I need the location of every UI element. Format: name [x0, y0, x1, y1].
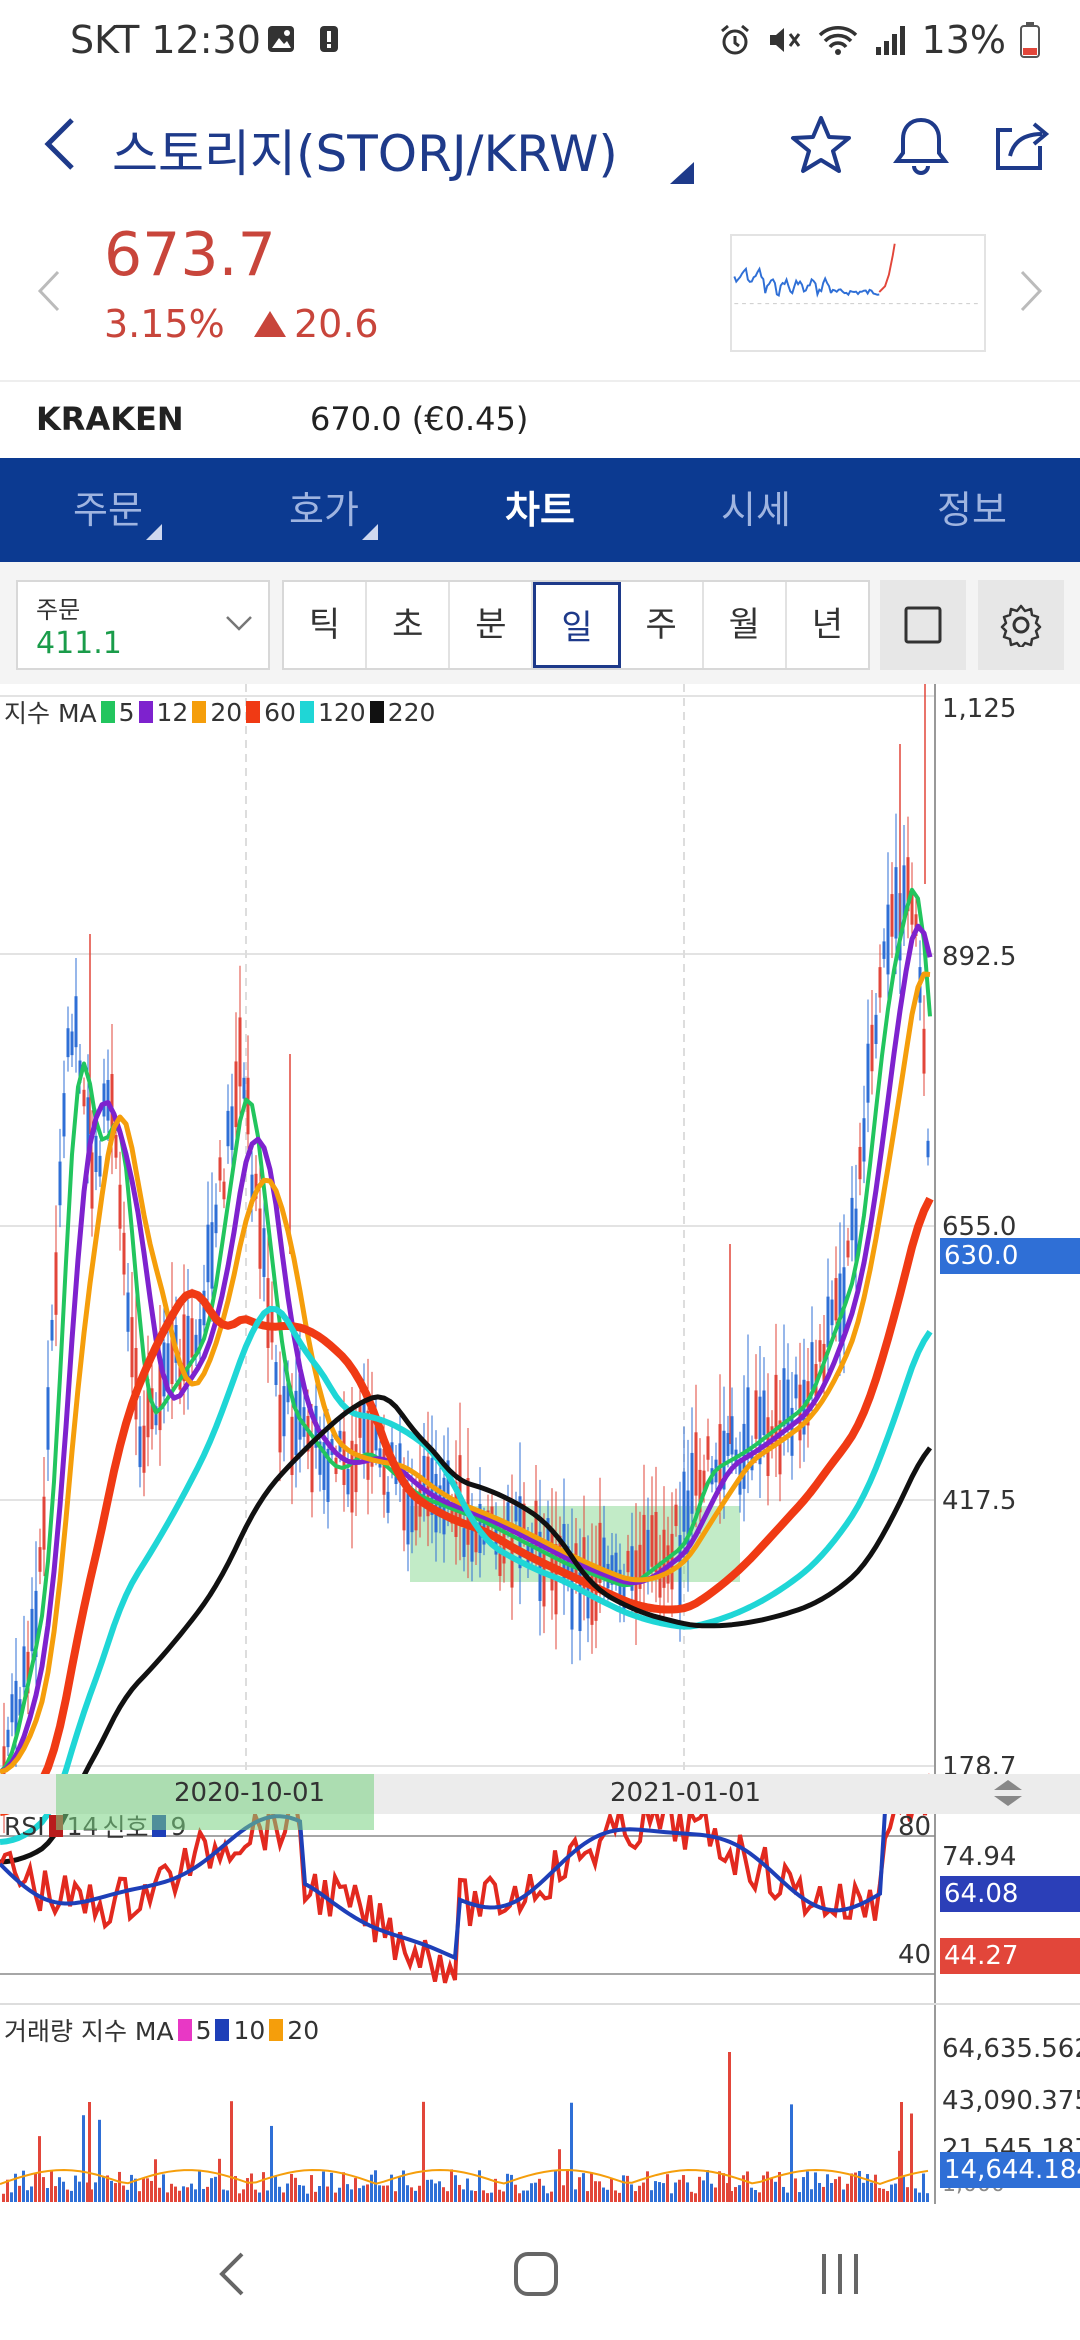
battery-percent: 13% — [921, 18, 1006, 62]
period-selector: 틱 초 분 일 주 월 년 — [282, 580, 870, 670]
nav-back-icon[interactable] — [204, 2244, 264, 2304]
price-axis-label: 417.5 — [942, 1486, 1017, 1516]
price-axis-label: 892.5 — [942, 942, 1017, 972]
system-nav-bar — [0, 2204, 1080, 2340]
mute-icon — [769, 28, 800, 52]
rsi-axis-label: 74.94 — [942, 1842, 1017, 1872]
date-label: 2021-01-01 — [610, 1778, 762, 1808]
up-triangle-icon — [254, 311, 286, 337]
square-icon — [904, 606, 942, 644]
ma-legend-title: 지수 MA — [4, 699, 97, 728]
ma120-label: 120 — [317, 697, 366, 727]
ma-legend[interactable]: 지수 MA 5 12 20 60 120 220 — [4, 694, 435, 730]
chart-area[interactable]: 지수 MA 5 12 20 60 120 220 RSI 14 신호 9 거래량… — [0, 684, 1080, 2204]
change-percent: 3.15% — [104, 302, 225, 346]
ma5-label: 5 — [118, 697, 135, 727]
volume-legend-title: 거래량 지수 MA — [4, 2017, 174, 2046]
order-select[interactable]: 주문 411.1 — [16, 580, 270, 670]
gallery-icon — [268, 26, 294, 52]
tab-orderbook[interactable]: 호가 — [216, 458, 432, 562]
volume-legend[interactable]: 거래량 지수 MA 5 10 20 — [4, 2012, 319, 2048]
volume-bars — [0, 2052, 929, 2202]
status-bar: SKT 12:30 13% — [0, 0, 1080, 80]
share-icon[interactable] — [988, 110, 1058, 180]
vol-ma5-label: 5 — [195, 2015, 212, 2045]
app-header: 스토리지(STORJ/KRW) — [0, 90, 1080, 200]
mini-sparkline[interactable] — [730, 234, 986, 352]
change-amount: 20.6 — [254, 302, 379, 346]
previous-coin-icon[interactable] — [36, 268, 62, 314]
ma12-label: 12 — [156, 697, 189, 727]
order-select-value: 411.1 — [36, 626, 122, 661]
rsi-axis-label: 40 — [898, 1940, 932, 1970]
period-second[interactable]: 초 — [367, 582, 451, 668]
ma-lines — [0, 887, 934, 1865]
price-summary: 673.7 3.15% 20.6 — [0, 210, 1080, 380]
date-label: 2020-10-01 — [174, 1778, 326, 1808]
period-tick[interactable]: 틱 — [284, 582, 368, 668]
volume-axis-label: 43,090.375 — [942, 2086, 1080, 2116]
alert-icon — [320, 26, 338, 52]
ma220-label: 220 — [387, 697, 436, 727]
alarm-icon — [720, 24, 749, 55]
next-coin-icon[interactable] — [1018, 268, 1044, 314]
battery-icon — [1020, 22, 1040, 58]
signal-icon — [875, 26, 905, 55]
volume-axis-label: 64,635.562 — [942, 2034, 1080, 2064]
settings-button[interactable] — [978, 580, 1064, 670]
tab-market[interactable]: 시세 — [648, 458, 864, 562]
period-year[interactable]: 년 — [787, 582, 868, 668]
rsi-axis-label: 80 — [898, 1812, 932, 1842]
exchange-row: KRAKEN 670.0 (€0.45) — [0, 380, 1080, 458]
exchange-price: 670.0 (€0.45) — [310, 400, 529, 438]
tab-chart[interactable]: 차트 — [432, 458, 648, 562]
chart-canvas[interactable] — [0, 684, 1080, 2204]
rsi-signal-tag: 64.08 — [940, 1876, 1080, 1912]
title-dropdown-icon[interactable] — [670, 162, 694, 184]
rsi-legend-title: RSI — [4, 1811, 45, 1841]
vol-ma10-label: 10 — [233, 2015, 266, 2045]
status-time: SKT 12:30 — [70, 18, 261, 62]
star-icon[interactable] — [786, 110, 856, 180]
rsi-value-tag: 44.27 — [940, 1938, 1080, 1974]
nav-home-icon[interactable] — [506, 2244, 566, 2304]
ma60-label: 60 — [264, 697, 296, 727]
nav-recents-icon[interactable] — [810, 2244, 870, 2304]
chart-toolbar: 주문 411.1 틱 초 분 일 주 월 년 — [0, 562, 1080, 684]
coin-title[interactable]: 스토리지(STORJ/KRW) — [112, 114, 618, 186]
period-week[interactable]: 주 — [621, 582, 704, 668]
order-select-label: 주문 — [36, 596, 81, 624]
tab-order[interactable]: 주문 — [0, 458, 216, 562]
period-month[interactable]: 월 — [704, 582, 787, 668]
wifi-icon — [818, 26, 857, 55]
tab-info[interactable]: 정보 — [864, 458, 1080, 562]
ma20-label: 20 — [210, 697, 243, 727]
back-arrow-icon[interactable] — [40, 114, 80, 174]
current-price-tag: 630.0 — [940, 1238, 1080, 1274]
bell-icon[interactable] — [886, 110, 956, 180]
period-day[interactable]: 일 — [533, 582, 621, 668]
gear-icon — [1000, 604, 1042, 647]
main-tabs: 주문 호가 차트 시세 정보 — [0, 458, 1080, 562]
price-candles — [2, 684, 930, 1834]
fullscreen-button[interactable] — [880, 580, 966, 670]
volume-value-tag: 14,644.184 — [940, 2152, 1080, 2188]
chevron-down-icon — [226, 616, 252, 631]
exchange-name: KRAKEN — [36, 400, 184, 438]
period-minute[interactable]: 분 — [450, 582, 534, 668]
resize-handle-icon[interactable] — [990, 1778, 1026, 1808]
change-value: 20.6 — [294, 302, 379, 346]
price-axis-label: 1,125 — [942, 694, 1017, 724]
current-price: 673.7 — [104, 220, 276, 290]
vol-ma20-label: 20 — [287, 2015, 320, 2045]
